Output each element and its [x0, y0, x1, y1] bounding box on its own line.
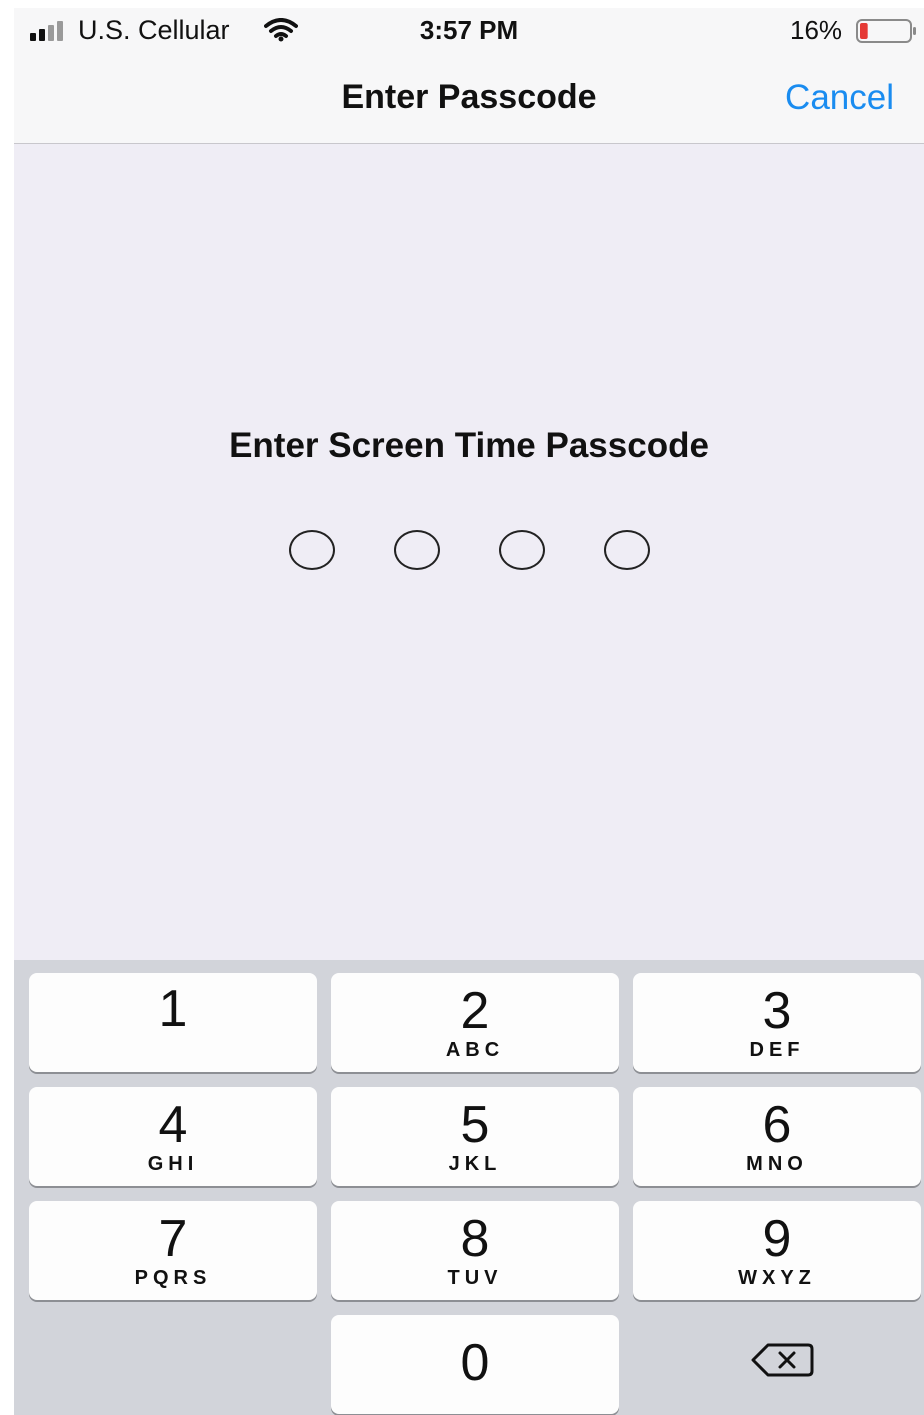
delete-backspace-icon[interactable] [726, 1336, 816, 1384]
navigation-bar: Enter Passcode Cancel [14, 52, 924, 144]
key-digit: 1 [158, 980, 188, 1038]
key-letters: WXYZ [738, 1267, 816, 1289]
passcode-dots [14, 530, 924, 570]
key-digit: 7 [158, 1210, 188, 1268]
key-7[interactable]: 7 PQRS [29, 1201, 317, 1300]
key-digit: 4 [158, 1096, 188, 1154]
cancel-button[interactable]: Cancel [785, 78, 894, 118]
key-8[interactable]: 8 TUV [331, 1201, 619, 1300]
key-digit: 8 [460, 1210, 490, 1268]
passcode-prompt: Enter Screen Time Passcode [229, 426, 709, 465]
key-5[interactable]: 5 JKL [331, 1087, 619, 1186]
battery-percent: 16% [790, 15, 843, 45]
passcode-dot [393, 530, 440, 570]
passcode-dot [603, 530, 650, 570]
key-1[interactable]: 1 [29, 973, 317, 1072]
passcode-dot [498, 530, 545, 570]
passcode-dot [288, 530, 335, 570]
key-digit: 3 [762, 982, 792, 1040]
key-digit: 2 [460, 982, 490, 1040]
key-4[interactable]: 4 GHI [29, 1087, 317, 1186]
key-letters: GHI [147, 1153, 199, 1175]
key-letters: PQRS [134, 1267, 212, 1289]
battery-icon [856, 19, 916, 43]
numeric-keypad: 1 2 ABC 3 DEF 4 GHI 5 JKL 6 MNO 7 PQRS 8… [14, 960, 924, 1415]
key-letters: MNO [746, 1153, 808, 1175]
key-letters: ABC [445, 1039, 505, 1061]
key-digit: 5 [460, 1096, 490, 1154]
status-time: 3:57 PM [419, 15, 519, 45]
key-letters: JKL [448, 1153, 502, 1175]
key-9[interactable]: 9 WXYZ [633, 1201, 921, 1300]
key-2[interactable]: 2 ABC [331, 973, 619, 1072]
key-letters: DEF [749, 1039, 805, 1061]
key-6[interactable]: 6 MNO [633, 1087, 921, 1186]
key-0[interactable]: 0 [331, 1315, 619, 1414]
key-3[interactable]: 3 DEF [633, 973, 921, 1072]
key-digit: 0 [460, 1334, 490, 1392]
status-bar: U.S. Cellular 3:57 PM 16% [14, 8, 924, 52]
key-digit: 9 [762, 1210, 792, 1268]
key-digit: 6 [762, 1096, 792, 1154]
screen: U.S. Cellular 3:57 PM 16% Enter Passcode… [14, 8, 924, 1415]
key-letters: TUV [447, 1267, 503, 1289]
